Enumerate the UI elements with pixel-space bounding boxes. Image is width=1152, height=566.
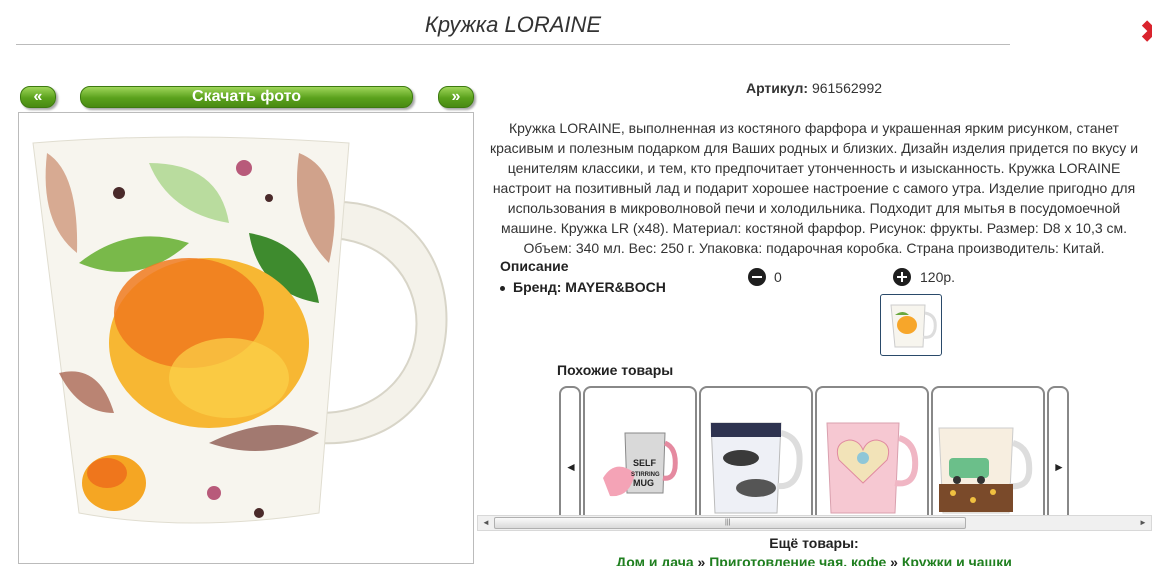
next-photo-button[interactable]: » [438,86,474,108]
article-value: 961562992 [811,80,883,96]
minus-circle-icon[interactable] [748,268,766,286]
brand-text: Бренд: MAYER&BOCH [513,279,666,295]
carousel-prev-button[interactable]: ◄ [559,386,581,522]
horizontal-scrollbar[interactable]: ◄ ||| ► [477,515,1152,531]
car-mug-image [938,427,1033,514]
prev-photo-button[interactable]: « [20,86,56,108]
similar-product-card[interactable] [699,386,813,522]
self-stirring-mug-image: SELF STIRRING MUG [603,432,678,497]
description-heading: Описание [500,258,569,274]
similar-products-heading: Похожие товары [557,362,674,378]
mug-image [710,422,803,514]
more-products-heading: Ещё товары: [769,535,859,551]
svg-text:MUG: MUG [633,478,654,488]
scrollbar-thumb[interactable]: ||| [494,517,966,529]
plus-circle-icon[interactable] [893,268,911,286]
bullet-icon [500,285,505,291]
mug-thumbnail-icon [890,304,937,348]
product-thumbnail[interactable] [880,294,942,356]
scroll-right-icon[interactable]: ► [1135,516,1151,530]
breadcrumb: Дом и дача » Приготовление чая, кофе » К… [480,554,1148,566]
breadcrumb-separator: » [890,554,898,566]
breadcrumb-separator: » [697,554,706,566]
similar-product-card[interactable]: SELF STIRRING MUG [583,386,697,522]
page-title: Кружка LORAINE [424,12,602,37]
svg-text:SELF: SELF [633,458,657,468]
title-divider [16,44,1010,45]
price-value: 120р. [920,269,956,285]
grip-icon: ||| [725,519,731,526]
mug-illustration [32,136,448,524]
brand-list-item: Бренд: MAYER&BOCH [500,279,666,295]
arrow-right-icon: ► [1053,460,1065,474]
product-description: Кружка LORAINE, выполненная из костяного… [489,120,1139,256]
similar-product-card[interactable] [931,386,1045,522]
product-photo [18,112,474,564]
crumb-tea-coffee[interactable]: Приготовление чая, кофе [709,554,886,566]
article-line: Артикул: 961562992 [480,80,1148,96]
arrow-left-icon: ◄ [565,460,577,474]
crumb-home-garden[interactable]: Дом и дача [616,554,694,566]
similar-product-card[interactable] [815,386,929,522]
carousel-next-button[interactable]: ► [1047,386,1069,522]
crumb-mugs-cups[interactable]: Кружки и чашки [902,554,1012,566]
quantity-value: 0 [774,269,782,285]
scroll-left-icon[interactable]: ◄ [478,516,494,530]
heart-mug-image [826,422,919,514]
download-photo-button[interactable]: Скачать фото [80,86,413,108]
article-label: Артикул: [745,80,809,96]
close-icon[interactable]: ✖ [1140,18,1152,48]
